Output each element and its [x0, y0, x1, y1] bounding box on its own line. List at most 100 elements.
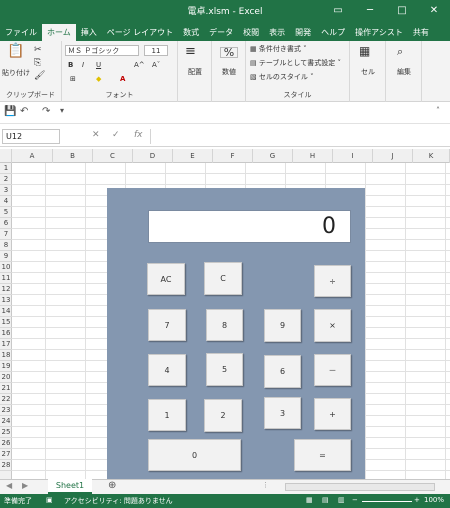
macro-record-icon[interactable]: ▣: [46, 496, 53, 504]
row-header[interactable]: 23: [0, 405, 12, 416]
tab-page-layout[interactable]: ページ レイアウト: [102, 24, 178, 41]
zoom-out-icon[interactable]: −: [352, 496, 358, 504]
digit-2-button[interactable]: 2: [204, 399, 242, 432]
borders-icon[interactable]: ⊞: [70, 75, 76, 84]
row-header[interactable]: 12: [0, 284, 12, 295]
increase-font-icon[interactable]: A^: [134, 61, 145, 70]
paste-icon[interactable]: 📋: [4, 44, 28, 58]
zoom-slider[interactable]: [362, 501, 412, 502]
cancel-icon[interactable]: ✕: [92, 130, 100, 140]
formula-input[interactable]: [150, 129, 438, 144]
digit-3-button[interactable]: 3: [264, 397, 301, 429]
row-header[interactable]: 3: [0, 185, 12, 196]
row-header[interactable]: 6: [0, 218, 12, 229]
ac-button[interactable]: AC: [147, 263, 185, 295]
tab-file[interactable]: ファイル: [0, 24, 42, 41]
select-all-corner[interactable]: [0, 149, 12, 163]
tab-data[interactable]: データ: [204, 24, 238, 41]
col-header[interactable]: D: [133, 149, 173, 163]
normal-view-icon[interactable]: ▦: [306, 496, 313, 504]
cells-button[interactable]: セル: [350, 68, 386, 77]
row-header[interactable]: 11: [0, 273, 12, 284]
divide-button[interactable]: ÷: [314, 265, 351, 297]
redo-icon[interactable]: ↷: [42, 106, 50, 117]
paste-button[interactable]: 貼り付け: [0, 69, 32, 78]
row-header[interactable]: 2: [0, 174, 12, 185]
row-header[interactable]: 21: [0, 383, 12, 394]
accessibility-status[interactable]: アクセシビリティ: 問題ありません: [64, 496, 173, 506]
close-button[interactable]: ✕: [418, 0, 450, 22]
col-header[interactable]: H: [293, 149, 333, 163]
col-header[interactable]: A: [12, 149, 53, 163]
row-header[interactable]: 16: [0, 328, 12, 339]
digit-6-button[interactable]: 6: [264, 355, 301, 388]
bold-button[interactable]: B: [68, 61, 73, 70]
digit-8-button[interactable]: 8: [206, 309, 243, 341]
tell-me-search[interactable]: 操作アシスト: [350, 24, 408, 41]
ribbon-collapse-icon[interactable]: ˄: [436, 106, 440, 115]
clear-button[interactable]: C: [204, 262, 242, 295]
row-header[interactable]: 19: [0, 361, 12, 372]
customize-qat-icon[interactable]: ▾: [60, 106, 64, 115]
cell-styles-button[interactable]: ▧ セルのスタイル ˅: [250, 73, 314, 82]
page-break-view-icon[interactable]: ▥: [338, 496, 345, 504]
edit-button[interactable]: 編集: [386, 68, 422, 77]
function-icon[interactable]: fx: [134, 130, 143, 140]
row-header[interactable]: 14: [0, 306, 12, 317]
row-header[interactable]: 27: [0, 449, 12, 460]
digit-4-button[interactable]: 4: [148, 354, 186, 386]
format-as-table-button[interactable]: ▤ テーブルとして書式設定 ˅: [250, 59, 341, 68]
col-header[interactable]: J: [373, 149, 413, 163]
cells-icon[interactable]: ▦: [359, 45, 370, 57]
row-header[interactable]: 5: [0, 207, 12, 218]
font-size-select[interactable]: 11: [144, 45, 168, 56]
tab-review[interactable]: 校閲: [238, 24, 264, 41]
equals-button[interactable]: =: [294, 439, 351, 471]
ribbon-display-button[interactable]: ▭: [322, 0, 354, 22]
col-header[interactable]: F: [213, 149, 253, 163]
font-name-select[interactable]: ＭＳ Ｐゴシック: [65, 45, 139, 56]
font-color-icon[interactable]: A: [120, 75, 125, 84]
digit-0-button[interactable]: 0: [148, 439, 241, 471]
col-header[interactable]: K: [413, 149, 450, 163]
next-sheet-icon[interactable]: ▶: [22, 481, 28, 490]
maximize-button[interactable]: □: [386, 0, 418, 22]
row-header[interactable]: 7: [0, 229, 12, 240]
digit-7-button[interactable]: 7: [148, 309, 186, 341]
row-header[interactable]: 10: [0, 262, 12, 273]
horizontal-scrollbar[interactable]: [285, 483, 435, 491]
digit-1-button[interactable]: 1: [148, 399, 186, 431]
row-header[interactable]: 25: [0, 427, 12, 438]
row-header[interactable]: 20: [0, 372, 12, 383]
format-painter-icon[interactable]: 🖌: [34, 72, 45, 81]
copy-icon[interactable]: ⎘: [34, 59, 41, 68]
save-icon[interactable]: 💾: [4, 106, 16, 117]
row-header[interactable]: 22: [0, 394, 12, 405]
add-button[interactable]: +: [314, 398, 351, 430]
row-header[interactable]: 17: [0, 339, 12, 350]
row-header[interactable]: 18: [0, 350, 12, 361]
tab-help[interactable]: ヘルプ: [316, 24, 350, 41]
col-header[interactable]: C: [93, 149, 133, 163]
page-layout-view-icon[interactable]: ▤: [322, 496, 329, 504]
digit-5-button[interactable]: 5: [206, 353, 243, 386]
percent-icon[interactable]: %: [220, 47, 238, 58]
decrease-font-icon[interactable]: Aˇ: [152, 61, 160, 70]
conditional-format-button[interactable]: ▦ 条件付き書式 ˅: [250, 45, 307, 54]
row-header[interactable]: 13: [0, 295, 12, 306]
search-icon[interactable]: ⌕: [397, 46, 403, 57]
sheet-scroll-handle[interactable]: ⋮: [262, 481, 269, 489]
cell-grid[interactable]: 0 AC C ÷ 7 8 9 × 4 5 6 － 1 2 3 + 0 =: [12, 163, 450, 479]
tab-view[interactable]: 表示: [264, 24, 290, 41]
italic-button[interactable]: I: [82, 61, 84, 70]
row-header[interactable]: 9: [0, 251, 12, 262]
zoom-level[interactable]: 100%: [424, 496, 444, 504]
cut-icon[interactable]: ✂: [34, 46, 42, 55]
row-header[interactable]: 1: [0, 163, 12, 174]
col-header[interactable]: G: [253, 149, 293, 163]
col-header[interactable]: E: [173, 149, 213, 163]
row-header[interactable]: 24: [0, 416, 12, 427]
digit-9-button[interactable]: 9: [264, 309, 301, 342]
row-header[interactable]: 8: [0, 240, 12, 251]
row-header[interactable]: 26: [0, 438, 12, 449]
